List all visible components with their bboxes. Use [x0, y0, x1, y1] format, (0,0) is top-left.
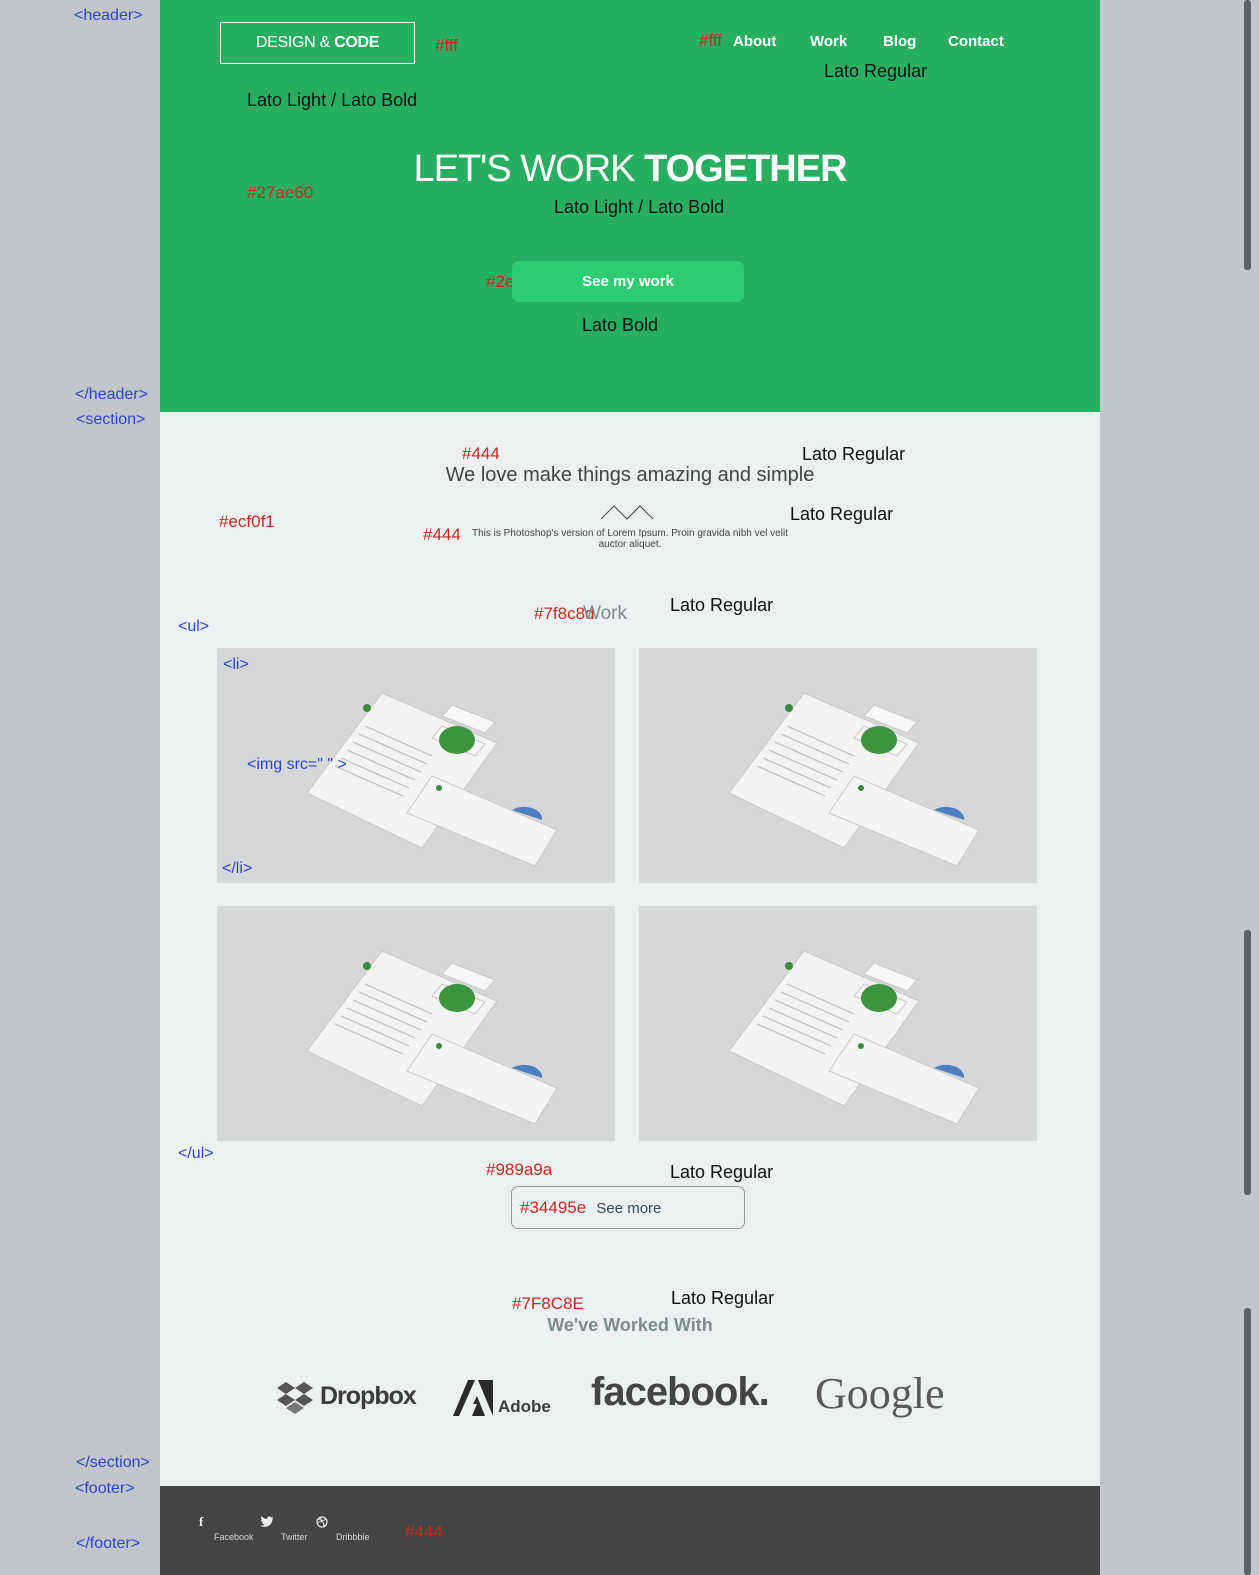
logo[interactable]: DESIGN & CODE: [220, 22, 415, 64]
footer: f #444: [160, 1486, 1100, 1575]
mockup-page: DESIGN & CODE #fff #fff About Work Blog …: [160, 0, 1100, 1575]
hero-title: LET'S WORK TOGETHER: [160, 148, 1100, 191]
header: DESIGN & CODE #fff #fff About Work Blog …: [160, 0, 1100, 412]
annotation-more-font: Lato Regular: [670, 1162, 774, 1182]
lead-heading: We love make things amazing and simple: [445, 464, 815, 486]
annotation-footer-color: #444: [405, 1522, 443, 1541]
work-thumbnail[interactable]: [639, 906, 1037, 1141]
annotation-header-open: <header>: [74, 7, 143, 24]
scrollbar-thumb[interactable]: [1244, 1308, 1251, 1575]
see-more-label: See more: [596, 1200, 662, 1217]
twitter-icon[interactable]: [259, 1516, 273, 1528]
nav-about[interactable]: About: [733, 33, 776, 50]
annotation-button-font: Lato Bold: [582, 315, 659, 335]
nav-contact[interactable]: Contact: [948, 33, 1004, 50]
adobe-icon: [453, 1380, 493, 1416]
annotation-sub-color: #444: [423, 525, 461, 544]
stationery-mockup-image: [306, 950, 558, 1125]
annotation-logo-font: Lato Light / Lato Bold: [247, 90, 418, 110]
clients-heading: We've Worked With: [547, 1315, 713, 1335]
hero-title-bold: TOGETHER: [644, 148, 847, 190]
hero-title-light: LET'S WORK: [413, 148, 645, 190]
see-more-button[interactable]: #34495e See more: [511, 1186, 745, 1229]
scrollbar-thumb[interactable]: [1244, 0, 1251, 270]
annotation-ul-open: <ul>: [178, 618, 210, 635]
dribbble-icon[interactable]: [316, 1516, 328, 1528]
annotation-clients-font: Lato Regular: [671, 1288, 775, 1308]
annotation-footer-open: <footer>: [75, 1480, 135, 1497]
footer-link-dribbble[interactable]: Dribbble: [336, 1532, 370, 1542]
work-thumbnail[interactable]: <li> <img src=" " > </li>: [217, 648, 615, 883]
facebook-icon[interactable]: f: [199, 1514, 203, 1530]
logo-bold: CODE: [334, 34, 380, 51]
scrollbar-track[interactable]: [1244, 0, 1259, 1575]
scrollbar-thumb[interactable]: [1244, 930, 1251, 1195]
annotation-more-border-color: #989a9a: [486, 1160, 553, 1179]
annotation-hero-font: Lato Light / Lato Bold: [554, 197, 725, 217]
logo-light: DESIGN &: [255, 34, 335, 51]
annotation-ul-close: </ul>: [178, 1145, 214, 1162]
annotation-nav-color: #fff: [699, 31, 723, 50]
nav-work[interactable]: Work: [810, 33, 847, 50]
annotation-section-close: </section>: [76, 1454, 150, 1471]
chevron-divider-icon: [600, 505, 654, 520]
annotation-clients-color: #7F8C8E: [512, 1294, 584, 1313]
annotation-lead-color: #444: [462, 444, 500, 463]
nav-blog[interactable]: Blog: [883, 33, 916, 50]
annotation-footer-close: </footer>: [76, 1535, 141, 1552]
work-thumbnail[interactable]: [639, 648, 1037, 883]
work-heading: Work: [583, 603, 627, 624]
section: #444 Lato Regular We love make things am…: [160, 412, 1100, 1486]
annotation-li-open: <li>: [223, 656, 249, 673]
dropbox-icon: [277, 1382, 313, 1414]
client-dropbox: Dropbox: [320, 1382, 417, 1410]
client-adobe: Adobe: [498, 1397, 551, 1416]
client-google: Google: [815, 1369, 945, 1418]
annotation-lead-font: Lato Regular: [802, 444, 906, 464]
client-facebook: facebook.: [591, 1370, 770, 1414]
annotation-logo-color: #fff: [435, 36, 459, 55]
annotation-section-bg-color: #ecf0f1: [219, 512, 275, 531]
see-my-work-button[interactable]: See my work: [512, 261, 744, 302]
annotation-work-font: Lato Regular: [670, 595, 774, 615]
work-thumbnail[interactable]: [217, 906, 615, 1141]
annotation-img: <img src=" " >: [247, 756, 347, 773]
footer-link-twitter[interactable]: Twitter: [281, 1532, 308, 1542]
annotation-li-close: </li>: [222, 860, 253, 877]
stationery-mockup-image: [728, 950, 980, 1125]
annotation-sub-font: Lato Regular: [790, 504, 894, 524]
annotation-nav-font: Lato Regular: [824, 61, 928, 81]
footer-link-facebook[interactable]: Facebook: [214, 1532, 254, 1542]
annotation-more-text-color: #34495e: [520, 1198, 587, 1217]
lead-subtext: This is Photoshop's version of Lorem Ips…: [472, 528, 788, 550]
annotation-header-close: </header>: [75, 386, 148, 403]
annotation-section-open: <section>: [76, 411, 146, 428]
stationery-mockup-image: [728, 692, 980, 867]
